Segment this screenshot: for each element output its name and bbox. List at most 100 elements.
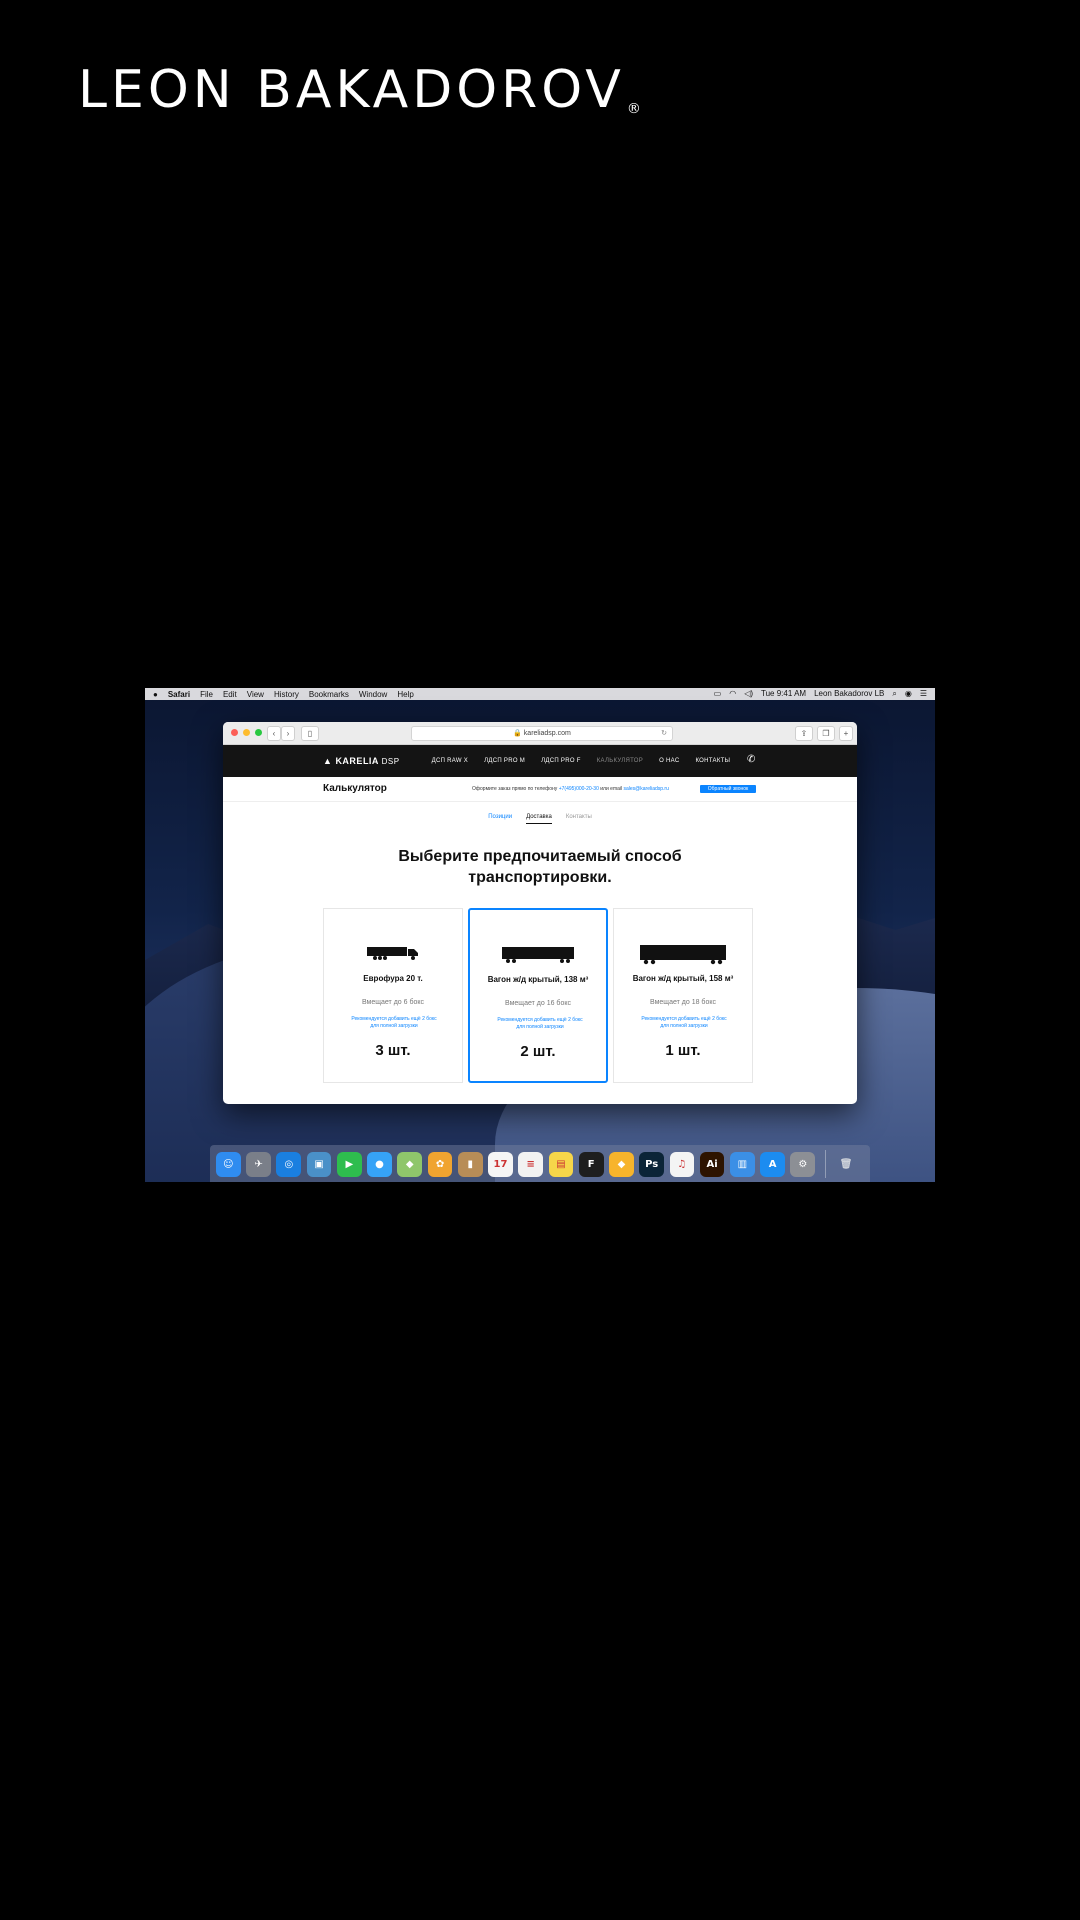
close-button[interactable] — [231, 729, 238, 736]
logo-suffix: DSP — [381, 757, 400, 766]
step-tabs: Позиции Доставка Контакты — [223, 814, 857, 824]
url-text: kareliadsp.com — [523, 730, 571, 737]
menu-bookmarks[interactable]: Bookmarks — [309, 690, 349, 699]
menu-file[interactable]: File — [200, 690, 213, 699]
volume-icon[interactable]: ◁) — [744, 689, 753, 699]
facetime-icon[interactable]: ▶ — [336, 1151, 362, 1177]
keynote-icon[interactable]: ▥ — [729, 1151, 755, 1177]
apple-icon[interactable]: ● — [153, 690, 158, 699]
nav-pro-f[interactable]: ЛДСП PRO F — [541, 758, 581, 764]
menu-help[interactable]: Help — [397, 690, 413, 699]
note-line-1: Рекомендуется добавить ещё 2 бокс — [641, 1016, 727, 1022]
transport-name: Еврофура 20 т. — [363, 974, 423, 983]
photoshop-icon[interactable]: Ps — [639, 1151, 665, 1177]
heading-line-2: транспортировки. — [468, 869, 612, 886]
section-heading: Выберите предпочитаемый способ транспорт… — [223, 846, 857, 888]
nav-raw-x[interactable]: ДСП RAW X — [432, 758, 469, 764]
desktop: ● Safari File Edit View History Bookmark… — [145, 688, 935, 1182]
calendar-icon[interactable]: 17 — [488, 1151, 513, 1177]
figma-icon[interactable]: F — [578, 1151, 604, 1177]
transport-options: Еврофура 20 т. Вмещает до 6 бокс Рекомен… — [323, 908, 758, 1083]
brand-name: LEON BAKADOROV — [78, 60, 625, 120]
note-line-2: для полной загрузки — [370, 1023, 418, 1029]
zoom-button[interactable] — [255, 729, 262, 736]
back-button[interactable]: ‹ — [267, 726, 281, 741]
tab-positions[interactable]: Позиции — [488, 814, 512, 824]
transport-card-truck[interactable]: Еврофура 20 т. Вмещает до 6 бокс Рекомен… — [323, 908, 463, 1083]
notification-center-icon[interactable]: ☰ — [920, 689, 927, 699]
order-text: Оформите заказ прямо по телефону — [472, 786, 558, 792]
window-controls — [231, 729, 267, 736]
order-phone-link[interactable]: +7(495)000-20-30 — [559, 786, 599, 792]
menu-extras: ▭ ◠ ◁) Tue 9:41 AM Leon Bakadorov LB ⌕ ◉… — [706, 689, 927, 699]
user-menu[interactable]: Leon Bakadorov LB — [814, 689, 884, 699]
truck-icon — [324, 945, 462, 961]
tab-contacts[interactable]: Контакты — [566, 814, 592, 824]
note-line-1: Рекомендуется добавить ещё 2 бокс — [351, 1016, 437, 1022]
safari-icon[interactable]: ◎ — [276, 1151, 302, 1177]
sidebar-toggle-icon[interactable]: ▯ — [301, 726, 319, 741]
transport-name: Вагон ж/д крытый, 158 м³ — [632, 974, 734, 983]
nav-calculator[interactable]: КАЛЬКУЛЯТОР — [597, 758, 643, 764]
bear-icon: ▲ — [323, 756, 333, 766]
site-logo[interactable]: ▲ KARELIA DSP — [323, 756, 400, 766]
finder-icon[interactable]: ☺ — [216, 1151, 241, 1177]
callback-button[interactable]: Обратный звонок — [700, 785, 756, 793]
notes-icon[interactable]: ▤ — [548, 1151, 574, 1177]
order-info: Оформите заказ прямо по телефону +7(495)… — [472, 786, 669, 792]
address-bar[interactable]: 🔒 kareliadsp.com ↻ — [411, 726, 673, 741]
browser-toolbar: ‹ › ▯ 🔒 kareliadsp.com ↻ ⇪ ❐ + — [223, 722, 857, 745]
menu-bar: ● Safari File Edit View History Bookmark… — [145, 688, 935, 700]
launchpad-icon[interactable]: ✈ — [246, 1151, 271, 1177]
new-tab-button[interactable]: + — [839, 726, 853, 741]
app-store-icon[interactable]: A — [760, 1151, 785, 1177]
trash-icon[interactable]: 🗑 — [834, 1152, 859, 1177]
forward-button[interactable]: › — [281, 726, 295, 741]
minimize-button[interactable] — [243, 729, 250, 736]
note-line-1: Рекомендуется добавить ещё 2 бокс — [497, 1017, 583, 1023]
system-preferences-icon[interactable]: ⚙ — [790, 1151, 816, 1177]
sketch-icon[interactable]: ◆ — [609, 1151, 634, 1177]
brand-logo: LEON BAKADOROV ® — [78, 60, 641, 120]
reminders-icon[interactable]: ≡ — [518, 1151, 544, 1177]
messages-icon[interactable]: ● — [367, 1151, 392, 1177]
share-icon[interactable]: ⇪ — [795, 726, 813, 741]
nav-contacts[interactable]: КОНТАКТЫ — [695, 758, 730, 764]
menu-edit[interactable]: Edit — [223, 690, 237, 699]
calculator-subheader: Калькулятор Оформите заказ прямо по теле… — [223, 777, 857, 802]
nav-about[interactable]: О НАС — [659, 758, 679, 764]
tab-delivery[interactable]: Доставка — [526, 814, 552, 824]
menu-view[interactable]: View — [247, 690, 264, 699]
siri-icon[interactable]: ◉ — [905, 689, 912, 699]
transport-card-wagon-138[interactable]: Вагон ж/д крытый, 138 м³ Вмещает до 16 б… — [468, 908, 608, 1083]
menu-app-name[interactable]: Safari — [168, 690, 190, 699]
note-line-2: для полной загрузки — [660, 1023, 708, 1029]
clock[interactable]: Tue 9:41 AM — [761, 689, 806, 699]
transport-name: Вагон ж/д крытый, 138 м³ — [487, 975, 589, 984]
heading-line-1: Выберите предпочитаемый способ — [398, 848, 682, 865]
airplay-icon[interactable]: ▭ — [714, 689, 722, 699]
preview-icon[interactable]: ▣ — [306, 1151, 332, 1177]
dock-separator — [824, 1150, 826, 1178]
nav-pro-m[interactable]: ЛДСП PRO M — [484, 758, 525, 764]
menu-history[interactable]: History — [274, 690, 299, 699]
photos-icon[interactable]: ✿ — [427, 1151, 453, 1177]
order-email-link[interactable]: sales@kareliadsp.ru — [624, 786, 669, 792]
transport-card-wagon-158[interactable]: Вагон ж/д крытый, 158 м³ Вмещает до 18 б… — [613, 908, 753, 1083]
page-title: Калькулятор — [323, 783, 387, 794]
lock-icon: 🔒 — [513, 730, 522, 737]
contacts-icon[interactable]: ▮ — [457, 1151, 483, 1177]
illustrator-icon[interactable]: Ai — [699, 1151, 725, 1177]
maps-icon[interactable]: ◆ — [397, 1151, 423, 1177]
itunes-icon[interactable]: ♫ — [669, 1151, 695, 1177]
menu-window[interactable]: Window — [359, 690, 387, 699]
wifi-icon[interactable]: ◠ — [729, 689, 736, 699]
order-or: или email — [600, 786, 623, 792]
reload-icon[interactable]: ↻ — [661, 727, 667, 740]
dock: ☺ ✈ ◎ ▣ ▶ ● ◆ ✿ ▮ 17 ≡ ▤ F ◆ Ps ♫ Ai ▥ A ⚙ 🗑 — [210, 1145, 870, 1182]
railcar-icon — [470, 946, 606, 964]
registered-mark: ® — [626, 101, 641, 117]
tabs-overview-icon[interactable]: ❐ — [817, 726, 835, 741]
phone-icon[interactable]: ✆ — [747, 754, 755, 765]
spotlight-icon[interactable]: ⌕ — [892, 689, 896, 699]
